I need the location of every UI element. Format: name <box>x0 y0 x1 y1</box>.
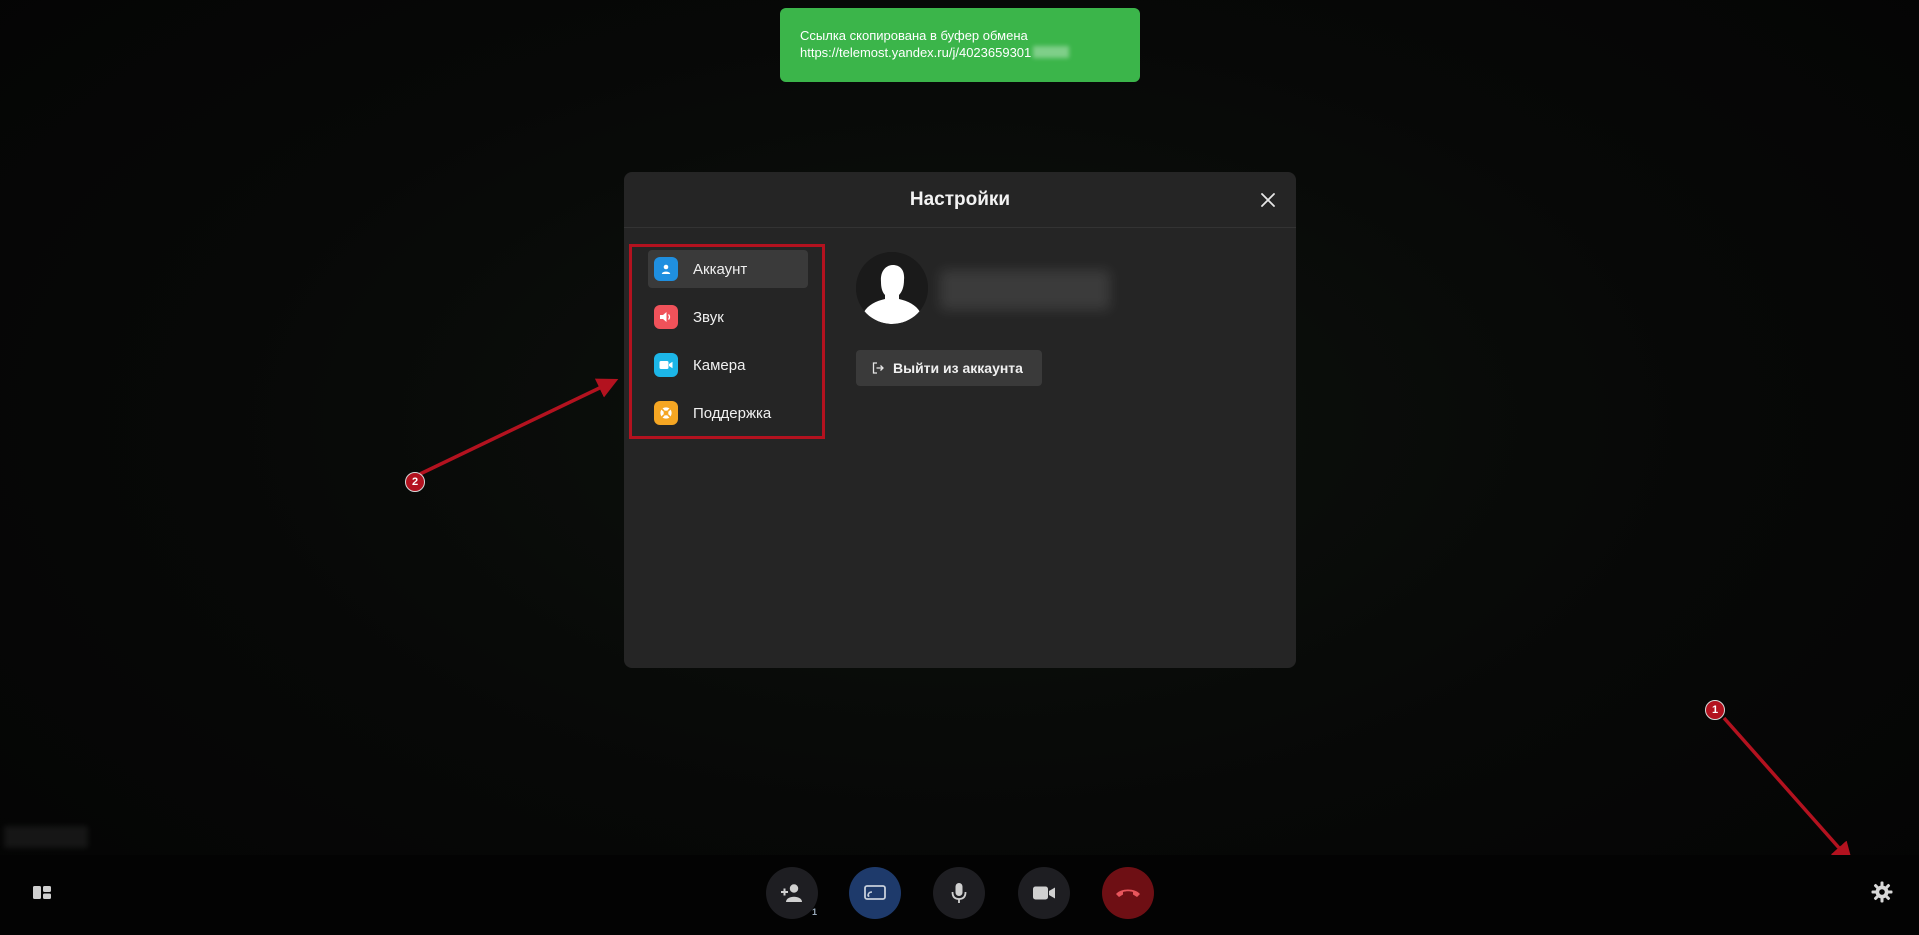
arrow-1 <box>1722 716 1853 864</box>
toast-link-text: https://telemost.yandex.ru/j/4023659301 <box>800 45 1032 60</box>
settings-button[interactable] <box>1866 876 1898 908</box>
annotation-badge-2: 2 <box>405 472 425 492</box>
sidebar-item-label: Звук <box>693 308 724 326</box>
toast-link: https://telemost.yandex.ru/j/4023659301 <box>800 44 1120 61</box>
redacted-link-part <box>1033 46 1070 58</box>
dialog-title: Настройки <box>909 188 1011 210</box>
sidebar-item-sound[interactable]: Звук <box>648 298 808 336</box>
logout-label: Выйти из аккаунта <box>893 360 1023 376</box>
sidebar-item-label: Аккаунт <box>693 260 748 278</box>
sidebar-item-account[interactable]: Аккаунт <box>648 250 808 288</box>
phone-hangup-icon <box>1116 889 1140 897</box>
close-icon <box>1261 193 1275 207</box>
screen-share-button[interactable] <box>849 867 901 919</box>
sidebar-item-camera[interactable]: Камера <box>648 346 808 384</box>
video-camera-icon <box>1033 886 1055 900</box>
close-button[interactable] <box>1258 190 1278 210</box>
avatar <box>856 252 928 324</box>
settings-dialog: Настройки Аккаунт Звук Камера Поддержка … <box>624 172 1296 668</box>
link-copied-toast: Ссылка скопирована в буфер обмена https:… <box>780 8 1140 82</box>
participants-count: 1 <box>811 907 817 917</box>
dialog-header: Настройки <box>624 172 1296 228</box>
sidebar-item-label: Камера <box>693 356 746 374</box>
hang-up-button[interactable] <box>1102 867 1154 919</box>
add-participant-button[interactable]: 1 <box>766 867 818 919</box>
grid-layout-icon <box>33 886 51 899</box>
camera-button[interactable] <box>1018 867 1070 919</box>
toast-message: Ссылка скопирована в буфер обмена <box>800 28 1028 43</box>
layout-toggle-button[interactable] <box>30 880 54 904</box>
sidebar-item-support[interactable]: Поддержка <box>648 394 808 432</box>
redacted-user-name <box>940 270 1110 310</box>
screen-share-icon <box>864 885 886 900</box>
logout-button[interactable]: Выйти из аккаунта <box>856 350 1042 386</box>
settings-sidebar: Аккаунт Звук Камера Поддержка <box>648 250 808 442</box>
lifebuoy-icon <box>654 401 678 425</box>
sidebar-item-label: Поддержка <box>693 404 772 422</box>
microphone-icon <box>951 883 967 903</box>
user-icon <box>654 257 678 281</box>
conference-screen: Ссылка скопирована в буфер обмена https:… <box>0 0 1919 935</box>
annotation-badge-1: 1 <box>1705 700 1725 720</box>
account-panel: Выйти из аккаунта <box>856 252 1110 386</box>
camera-icon <box>654 353 678 377</box>
microphone-button[interactable] <box>933 867 985 919</box>
gear-icon <box>1871 881 1893 903</box>
add-user-icon <box>781 884 802 902</box>
redacted-participant-name <box>4 826 88 848</box>
speaker-icon <box>654 305 678 329</box>
arrow-2 <box>419 378 619 476</box>
default-avatar-icon <box>856 252 928 324</box>
logout-icon <box>872 362 884 374</box>
